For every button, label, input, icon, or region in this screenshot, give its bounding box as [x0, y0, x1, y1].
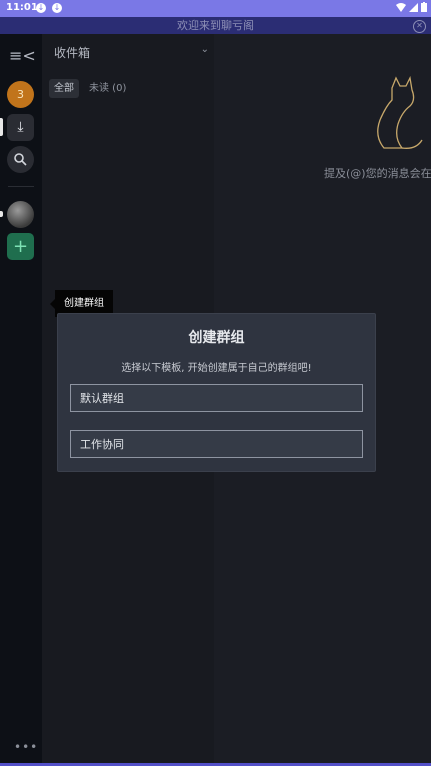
cat-illustration-icon	[377, 76, 423, 149]
inbox-icon[interactable]: ⤓	[7, 114, 34, 141]
download-notification-icon: ↓	[36, 3, 46, 13]
active-indicator	[0, 118, 3, 136]
tab-all[interactable]: 全部	[49, 79, 79, 98]
search-icon[interactable]	[7, 146, 34, 173]
chevron-down-icon[interactable]: ⌄	[201, 44, 209, 55]
dialog-title: 创建群组	[188, 330, 245, 346]
active-indicator	[0, 211, 3, 217]
empty-state-text: 提及(@)您的消息会在	[324, 167, 431, 180]
download-notification-icon: ↓	[52, 3, 62, 13]
inbox-title: 收件箱	[54, 46, 91, 60]
signal-icon	[409, 2, 418, 15]
clock: 11:01	[6, 2, 38, 13]
unread-badge[interactable]: 3	[7, 81, 34, 108]
battery-icon	[421, 2, 427, 15]
tab-unread[interactable]: 未读 (0)	[89, 79, 126, 98]
server-rail: ≡< 3 ⤓ + •••	[0, 34, 42, 766]
group-avatar[interactable]	[7, 201, 34, 228]
rail-divider	[8, 186, 34, 187]
wifi-icon	[396, 2, 406, 15]
template-default-group-button[interactable]: 默认群组	[70, 384, 363, 412]
add-group-button[interactable]: +	[7, 233, 34, 260]
template-work-collab-button[interactable]: 工作协同	[70, 430, 363, 458]
dialog-description: 选择以下模板, 开始创建属于自己的群组吧!	[121, 363, 312, 374]
status-bar: 11:01 ↓ ↓	[0, 0, 431, 17]
close-icon[interactable]: ✕	[413, 20, 426, 33]
menu-collapse-icon[interactable]: ≡<	[9, 48, 36, 64]
more-icon[interactable]: •••	[14, 740, 38, 754]
banner-text: 欢迎来到聊亏阁	[177, 19, 254, 32]
welcome-banner: 欢迎来到聊亏阁 ✕	[0, 17, 431, 34]
create-group-dialog: 创建群组 选择以下模板, 开始创建属于自己的群组吧! 默认群组 工作协同	[57, 313, 376, 472]
